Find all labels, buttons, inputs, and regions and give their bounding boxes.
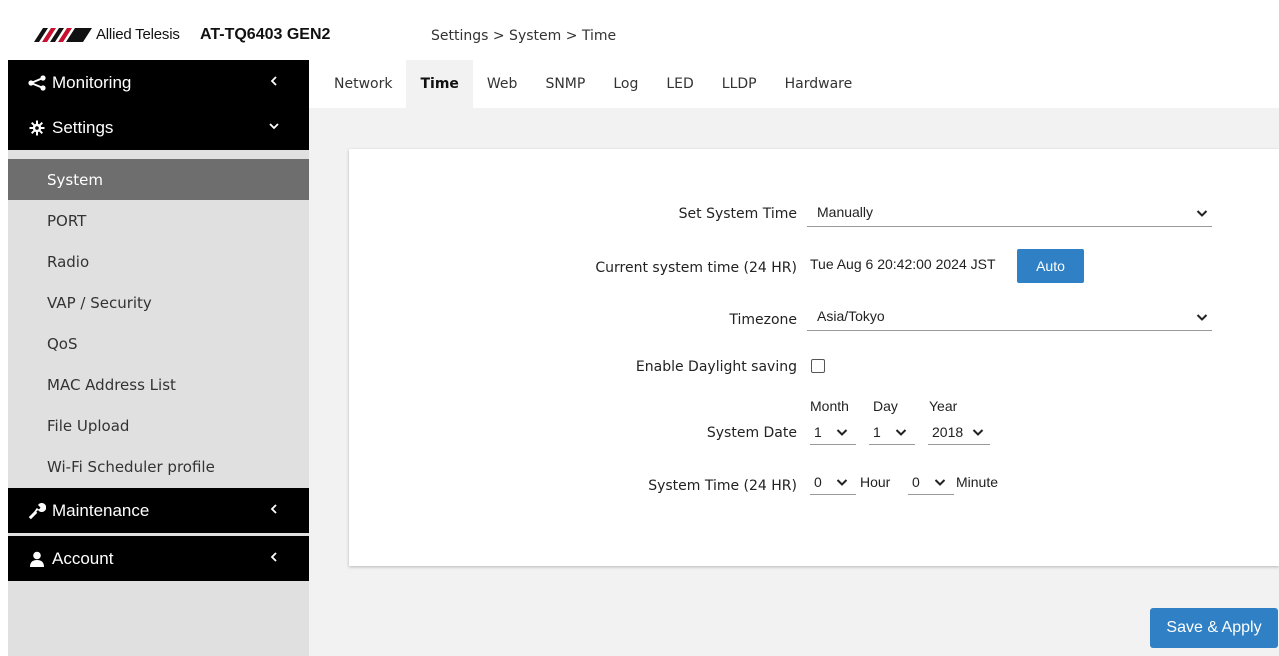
timezone-value: Asia/Tokyo <box>817 308 885 324</box>
current-time-label: Current system time (24 HR) <box>595 260 797 276</box>
chevron-down-icon <box>836 429 848 436</box>
chevron-down-icon <box>972 429 984 436</box>
tab-time[interactable]: Time <box>406 60 473 108</box>
nav-group-label: Settings <box>52 117 114 137</box>
sidebar-item-file-upload[interactable]: File Upload <box>8 405 309 446</box>
sidebar-item-vap-security[interactable]: VAP / Security <box>8 282 309 323</box>
gear-icon <box>28 119 46 137</box>
sidebar-item-system[interactable]: System <box>8 159 309 200</box>
sidebar: Monitoring Settings System PORT Radio VA… <box>8 60 309 656</box>
set-system-time-label: Set System Time <box>678 206 797 222</box>
wrench-icon <box>28 502 46 520</box>
chevron-left-icon <box>270 504 277 514</box>
day-value: 1 <box>873 423 881 440</box>
save-apply-button[interactable]: Save & Apply <box>1150 608 1278 648</box>
set-system-time-select[interactable]: Manually <box>807 198 1212 227</box>
minute-value: 0 <box>912 473 920 490</box>
nav-group-label: Account <box>52 548 114 568</box>
user-icon <box>28 550 46 568</box>
daylight-saving-label: Enable Daylight saving <box>635 359 797 375</box>
tab-log[interactable]: Log <box>599 60 652 108</box>
timezone-select[interactable]: Asia/Tokyo <box>807 302 1212 331</box>
sidebar-item-port[interactable]: PORT <box>8 200 309 241</box>
system-date-label: System Date <box>706 425 797 441</box>
nav-group-settings[interactable]: Settings <box>8 105 309 150</box>
day-header: Day <box>873 398 898 414</box>
minute-select[interactable]: 0 <box>908 469 954 495</box>
chevron-down-icon <box>269 123 279 130</box>
month-value: 1 <box>814 423 822 440</box>
chevron-down-icon <box>1196 314 1208 321</box>
tab-bar: Network Time Web SNMP Log LED LLDP Hardw… <box>309 60 1279 108</box>
tab-web[interactable]: Web <box>473 60 532 108</box>
hour-value: 0 <box>814 473 822 490</box>
hour-select[interactable]: 0 <box>810 469 856 495</box>
chevron-down-icon <box>895 429 907 436</box>
tab-hardware[interactable]: Hardware <box>771 60 867 108</box>
chevron-left-icon <box>270 76 277 86</box>
chevron-left-icon <box>270 552 277 562</box>
nav-group-label: Maintenance <box>52 500 150 520</box>
year-select[interactable]: 2018 <box>928 419 990 445</box>
chevron-down-icon <box>836 479 848 486</box>
year-header: Year <box>929 398 958 414</box>
auto-button[interactable]: Auto <box>1017 249 1084 283</box>
current-time-value: Tue Aug 6 20:42:00 2024 JST <box>810 256 996 272</box>
system-time-label: System Time (24 HR) <box>648 478 797 494</box>
sidebar-item-mac-address-list[interactable]: MAC Address List <box>8 364 309 405</box>
top-header: Allied Telesis AT-TQ6403 GEN2 Settings >… <box>0 0 1279 60</box>
tab-network[interactable]: Network <box>320 60 406 108</box>
chevron-down-icon <box>1196 210 1208 217</box>
chevron-down-icon <box>934 479 946 486</box>
minute-unit: Minute <box>956 474 999 490</box>
main-content: Network Time Web SNMP Log LED LLDP Hardw… <box>309 60 1279 656</box>
nav-group-maintenance[interactable]: Maintenance <box>8 488 309 533</box>
time-settings-panel: Set System Time Manually Current system … <box>349 149 1279 566</box>
allied-telesis-logo-icon <box>34 28 92 42</box>
share-icon <box>28 74 46 92</box>
daylight-saving-checkbox[interactable] <box>811 359 825 373</box>
nav-group-account[interactable]: Account <box>8 536 309 581</box>
hour-unit: Hour <box>860 474 891 490</box>
brand-name: Allied Telesis <box>96 25 180 43</box>
day-select[interactable]: 1 <box>869 419 915 445</box>
set-system-time-value: Manually <box>817 204 874 220</box>
device-model: AT-TQ6403 GEN2 <box>200 26 331 43</box>
tab-lldp[interactable]: LLDP <box>708 60 771 108</box>
tab-snmp[interactable]: SNMP <box>531 60 599 108</box>
nav-group-monitoring[interactable]: Monitoring <box>8 60 309 105</box>
year-value: 2018 <box>932 423 964 440</box>
timezone-label: Timezone <box>729 312 797 328</box>
sidebar-item-radio[interactable]: Radio <box>8 241 309 282</box>
month-select[interactable]: 1 <box>810 419 856 445</box>
tab-led[interactable]: LED <box>652 60 707 108</box>
sidebar-item-qos[interactable]: QoS <box>8 323 309 364</box>
brand-logo: Allied Telesis <box>34 25 180 43</box>
breadcrumb: Settings > System > Time <box>431 28 617 44</box>
sidebar-item-wifi-scheduler-profile[interactable]: Wi-Fi Scheduler profile <box>8 446 309 487</box>
month-header: Month <box>810 398 849 414</box>
nav-group-label: Monitoring <box>52 72 132 92</box>
